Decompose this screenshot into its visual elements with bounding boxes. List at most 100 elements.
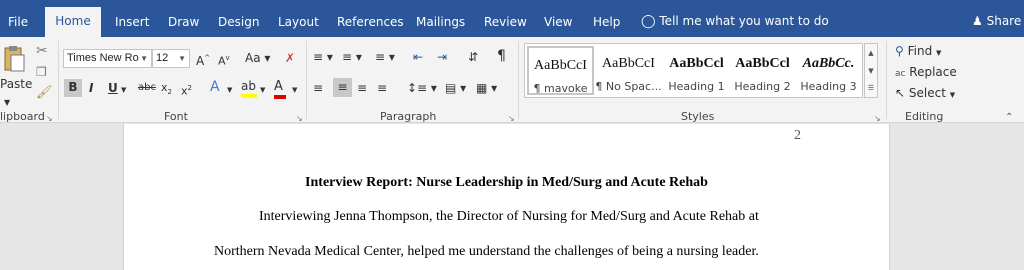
chevron-down-icon[interactable]: ▼ (292, 82, 297, 98)
font-name-value: Times New Ro (67, 52, 139, 64)
replace-label: Replace (909, 65, 957, 79)
tab-view[interactable]: View (544, 8, 572, 37)
align-center-icon[interactable]: ≡ (333, 78, 352, 97)
styles-gallery: AaBbCcI ¶ mavoke AaBbCcI ¶ No Spac... Aa… (524, 43, 863, 98)
decrease-indent-icon[interactable]: ⇤ (413, 49, 423, 65)
style-sample: AaBbCcI (534, 58, 587, 73)
tab-layout[interactable]: Layout (278, 8, 319, 37)
line-spacing-icon[interactable]: ↕≡ ▾ (407, 80, 437, 96)
numbering-icon[interactable]: ≡ ▾ (342, 49, 362, 65)
chevron-down-icon[interactable]: ▼ (260, 82, 265, 98)
subscript-icon[interactable]: x2 (161, 80, 172, 100)
tab-home[interactable]: Home (45, 7, 101, 37)
chevron-down-icon: ▼ (936, 49, 942, 57)
sort-icon[interactable]: ⇵ (468, 49, 478, 65)
clipboard-icon (4, 46, 25, 72)
select-button[interactable]: ↖ Select ▼ (895, 85, 955, 103)
group-divider (886, 41, 887, 119)
paragraph-group-label: Paragraph (380, 110, 437, 123)
borders-icon[interactable]: ▦ ▾ (476, 80, 497, 96)
tab-insert[interactable]: Insert (115, 8, 149, 37)
chevron-down-icon[interactable]: ▼ (227, 82, 232, 98)
shading-icon[interactable]: ▤ ▾ (445, 80, 466, 96)
paragraph-line: Interviewing Jenna Thompson, the Directo… (259, 209, 759, 224)
font-name-combo[interactable]: Times New Ro ▼ (63, 49, 152, 68)
font-color-icon[interactable]: A (274, 78, 286, 99)
tab-design[interactable]: Design (218, 8, 259, 37)
style-normal-card[interactable]: AaBbCcI ¶ mavoke (527, 46, 594, 95)
style-heading2-card[interactable]: AaBbCcl Heading 2 (729, 46, 796, 95)
bold-icon[interactable]: B (64, 79, 82, 97)
copy-icon[interactable]: ❐ (36, 64, 47, 80)
styles-scroll[interactable]: ▲ ▼ ☰ (864, 43, 878, 98)
style-sample: AaBbCc. (802, 56, 855, 71)
tab-mailings[interactable]: Mailings (416, 8, 465, 37)
font-size-value: 12 (156, 52, 169, 64)
chevron-down-icon[interactable]: ▼ (4, 95, 10, 111)
change-case-icon[interactable]: Aa ▾ (245, 50, 270, 66)
chevron-down-icon: ▼ (949, 91, 956, 99)
ribbon-tab-bar: File Home Insert Draw Design Layout Refe… (0, 0, 1024, 37)
replace-icon: ac (895, 69, 906, 79)
find-label: Find (907, 44, 933, 58)
cursor-icon: ↖ (895, 86, 906, 100)
clear-formatting-icon[interactable]: ✗ (285, 50, 295, 66)
lightbulb-icon: ◯ (641, 14, 656, 29)
clipboard-group-label: lipboard (0, 110, 45, 123)
style-heading1-card[interactable]: AaBbCcl Heading 1 (663, 46, 730, 95)
chevron-down-icon: ▼ (140, 54, 148, 63)
shrink-font-icon[interactable]: Av (218, 50, 230, 70)
paste-button[interactable] (2, 44, 26, 74)
chevron-down-icon[interactable]: ▼ (865, 62, 877, 80)
chevron-up-icon[interactable]: ▲ (865, 44, 877, 62)
font-group-label: Font (164, 110, 188, 123)
style-name: Heading 2 (734, 80, 791, 93)
cut-icon[interactable]: ✂ (36, 43, 48, 59)
tell-me-text: Tell me what you want to do (659, 14, 829, 28)
tell-me-search[interactable]: ◯ Tell me what you want to do (641, 14, 829, 29)
group-divider (518, 41, 519, 119)
tab-draw[interactable]: Draw (168, 8, 199, 37)
replace-button[interactable]: ac Replace (895, 64, 957, 82)
pilcrow-icon[interactable]: ¶ (497, 48, 506, 64)
text-effects-icon[interactable]: A (210, 79, 220, 95)
style-name: Heading 3 (800, 80, 857, 93)
highlight-icon[interactable]: ab (241, 78, 257, 98)
paste-label[interactable]: Paste (0, 76, 32, 92)
grow-font-icon[interactable]: A^ (196, 50, 210, 69)
chevron-down-icon[interactable]: ▼ (121, 82, 126, 98)
tab-file[interactable]: File (8, 8, 28, 37)
person-icon: ♟ (972, 14, 983, 28)
style-sample: AaBbCcl (735, 56, 790, 71)
style-name: Heading 1 (668, 80, 725, 93)
tab-references[interactable]: References (337, 8, 404, 37)
italic-icon[interactable]: I (89, 80, 93, 96)
bullets-icon[interactable]: ≡ ▾ (313, 49, 333, 65)
align-right-icon[interactable]: ≡ (357, 80, 367, 96)
styles-group-label: Styles (681, 110, 715, 123)
multilevel-list-icon[interactable]: ≡ ▾ (375, 49, 395, 65)
style-no-spacing-card[interactable]: AaBbCcI ¶ No Spac... (595, 46, 662, 95)
font-size-combo[interactable]: 12 ▼ (152, 49, 190, 68)
editing-group-label: Editing (905, 110, 944, 123)
align-left-icon[interactable]: ≡ (313, 80, 323, 96)
tab-review[interactable]: Review (484, 8, 527, 37)
more-styles-icon[interactable]: ☰ (865, 80, 877, 97)
style-heading3-card[interactable]: AaBbCc. Heading 3 (795, 46, 862, 95)
format-painter-icon[interactable]: 🖌 (36, 85, 53, 101)
increase-indent-icon[interactable]: ⇥ (437, 49, 447, 65)
document-page[interactable]: 2 Interview Report: Nurse Leadership in … (123, 124, 890, 270)
style-name: ¶ mavoke (533, 82, 588, 95)
underline-icon[interactable]: U (108, 80, 118, 96)
paragraph-line: Northern Nevada Medical Center, helped m… (214, 244, 759, 259)
share-button[interactable]: ♟ Share (972, 14, 1021, 28)
justify-icon[interactable]: ≡ (377, 80, 387, 96)
document-title: Interview Report: Nurse Leadership in Me… (305, 175, 708, 190)
tab-help[interactable]: Help (593, 8, 620, 37)
style-sample: AaBbCcI (602, 56, 655, 71)
superscript-icon[interactable]: x2 (181, 80, 192, 100)
page-number: 2 (794, 128, 801, 143)
share-label: Share (986, 14, 1022, 28)
strikethrough-icon[interactable]: abc (138, 80, 156, 96)
find-button[interactable]: ⚲ Find ▼ (895, 43, 941, 61)
